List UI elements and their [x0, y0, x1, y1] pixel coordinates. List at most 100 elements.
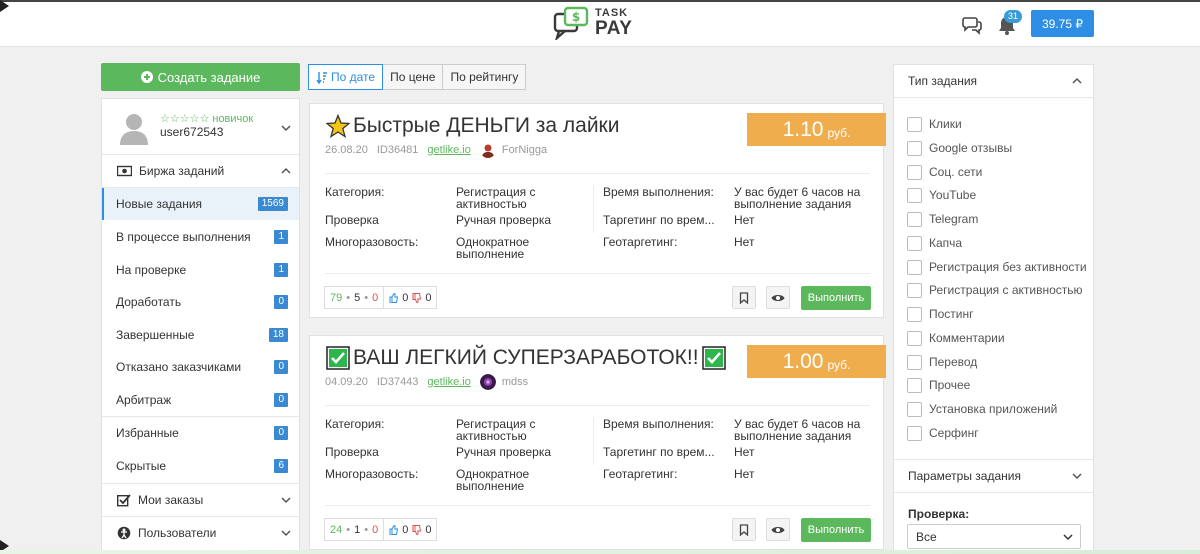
count-badge: 1 [274, 230, 288, 244]
checkbox[interactable] [907, 164, 922, 180]
filter-other[interactable]: Прочее [907, 376, 970, 394]
price-tag: 1.10 руб. [747, 113, 886, 146]
count-badge: 0 [274, 426, 288, 440]
task-exchange-title: Биржа заданий [139, 164, 225, 178]
task-meta: 26.08.20 ID36481 getlike.io ForNigga [325, 142, 547, 158]
task-author[interactable]: ForNigga [479, 142, 547, 158]
checkbox[interactable] [907, 187, 922, 203]
users-header[interactable]: Пользователи [102, 517, 299, 549]
sidebar-item-rejected[interactable]: Отказано заказчиками 0 [102, 351, 299, 383]
scrollbar-track[interactable] [1189, 47, 1200, 554]
task-site-link[interactable]: getlike.io [427, 144, 470, 156]
task-site-link[interactable]: getlike.io [427, 376, 470, 388]
task-id: ID37443 [376, 376, 419, 388]
checkbox[interactable] [907, 306, 922, 322]
user-rank: ☆☆☆☆☆ новичок [160, 113, 254, 125]
sidebar-item-rework[interactable]: Доработать 0 [102, 286, 299, 318]
checkbox[interactable] [907, 282, 922, 298]
check-filter-select[interactable]: Все [907, 524, 1081, 549]
rating-stats: 0 0 [383, 286, 438, 309]
thumbs-up-icon[interactable] [389, 524, 399, 535]
checkbox[interactable] [907, 235, 922, 251]
task-exchange-header[interactable]: Биржа заданий [102, 155, 299, 187]
price-tag: 1.00 руб. [747, 345, 886, 378]
filter-translation[interactable]: Перевод [907, 353, 977, 371]
filter-social[interactable]: Соц. сети [907, 163, 982, 181]
task-stats: 24 • 1 • 0 0 0 [324, 518, 438, 541]
checkbox[interactable] [907, 259, 922, 275]
logo-chat-icon: $ [553, 6, 589, 40]
checkbox[interactable] [907, 116, 922, 132]
filter-posting[interactable]: Постинг [907, 305, 974, 323]
balance-button[interactable]: 39.75 ₽ [1031, 10, 1094, 37]
view-button[interactable] [766, 286, 790, 309]
filter-youtube[interactable]: YouTube [907, 186, 976, 204]
thumbs-down-icon[interactable] [412, 524, 422, 535]
task-meta: 04.09.20 ID37443 getlike.io mdss [325, 374, 528, 390]
sort-by-price-button[interactable]: По цене [382, 64, 444, 90]
filter-label: Перевод [929, 355, 978, 369]
messages-icon[interactable] [961, 13, 983, 35]
logo-text-bottom: PAY [595, 18, 633, 39]
sidebar-item-new-tasks[interactable]: Новые задания 1569 [102, 188, 299, 220]
checkbox[interactable] [907, 377, 922, 393]
filter-registration-activity[interactable]: Регистрация с активностью [907, 281, 1083, 299]
checkbox[interactable] [907, 354, 922, 370]
bookmark-button[interactable] [732, 286, 756, 309]
thumbs-up-icon[interactable] [389, 292, 399, 303]
task-date: 26.08.20 [325, 144, 368, 156]
task-params-header[interactable]: Параметры задания [894, 460, 1093, 492]
chevron-down-icon[interactable] [281, 123, 291, 133]
reusable-value-line2: выполнение [456, 247, 525, 261]
filter-surfing[interactable]: Серфинг [907, 424, 979, 442]
view-button[interactable] [766, 518, 790, 541]
filter-captcha[interactable]: Капча [907, 234, 962, 252]
sort-amount-icon [316, 71, 327, 84]
my-orders-header[interactable]: Мои заказы [102, 484, 299, 516]
thumbs-down-icon[interactable] [412, 292, 422, 303]
bookmark-button[interactable] [732, 518, 756, 541]
count-badge: 1569 [257, 197, 288, 211]
do-task-button[interactable]: Выполнить [801, 286, 871, 310]
sidebar-item-in-progress[interactable]: В процессе выполнения 1 [102, 221, 299, 253]
sort-options: По дате По цене По рейтингу [308, 64, 527, 90]
do-task-button[interactable]: Выполнить [801, 518, 871, 542]
sidebar-item-completed[interactable]: Завершенные 18 [102, 319, 299, 351]
task-author[interactable]: mdss [479, 374, 528, 390]
create-task-button[interactable]: Создать задание [101, 63, 300, 91]
checkbox[interactable] [907, 425, 922, 441]
filter-comments[interactable]: Комментарии [907, 329, 1005, 347]
sidebar-item-hidden[interactable]: Скрытые 6 [102, 450, 299, 482]
checkbox[interactable] [907, 140, 922, 156]
filter-registration-no-activity[interactable]: Регистрация без активности [907, 258, 1087, 276]
category-value-line2: активностью [456, 429, 527, 443]
task-title[interactable]: Быстрые ДЕНЬГИ за лайки [326, 114, 619, 138]
geo-targeting-value: Нет [734, 235, 755, 249]
sidebar-item-on-review[interactable]: На проверке 1 [102, 254, 299, 286]
stat-total: 79 [330, 291, 343, 304]
sidebar-item-favorites[interactable]: Избранные 0 [102, 417, 299, 449]
checkbox[interactable] [907, 211, 922, 227]
task-date: 04.09.20 [325, 376, 368, 388]
logo[interactable]: $ TASK PAY [553, 6, 632, 40]
author-avatar [479, 374, 496, 390]
reusable-value-line2: выполнение [456, 479, 525, 493]
sort-by-date-button[interactable]: По дате [308, 64, 384, 90]
task-type-header[interactable]: Тип задания [894, 65, 1093, 97]
checkbox[interactable] [907, 401, 922, 417]
filter-google-reviews[interactable]: Google отзывы [907, 139, 1012, 157]
filter-clicks[interactable]: Клики [907, 115, 962, 133]
check-value: Ручная проверка [456, 445, 552, 459]
top-bar: $ TASK PAY 31 39.75 ₽ [0, 0, 1200, 47]
user-profile[interactable]: ☆☆☆☆☆ новичок user672543 [102, 99, 299, 155]
filter-telegram[interactable]: Telegram [907, 210, 978, 228]
sidebar-item-label: На проверке [116, 263, 187, 277]
checkbox[interactable] [907, 330, 922, 346]
task-title[interactable]: ВАШ ЛЕГКИЙ СУПЕРЗАРАБОТОК!! [326, 346, 726, 370]
sidebar-item-arbitration[interactable]: Арбитраж 0 [102, 384, 299, 416]
sort-by-rating-button[interactable]: По рейтингу [442, 64, 527, 90]
filter-app-install[interactable]: Установка приложений [907, 400, 1057, 418]
filter-label: Регистрация без активности [929, 260, 1087, 274]
category-label: Категория: [325, 417, 385, 431]
count-badge: 6 [274, 459, 288, 473]
